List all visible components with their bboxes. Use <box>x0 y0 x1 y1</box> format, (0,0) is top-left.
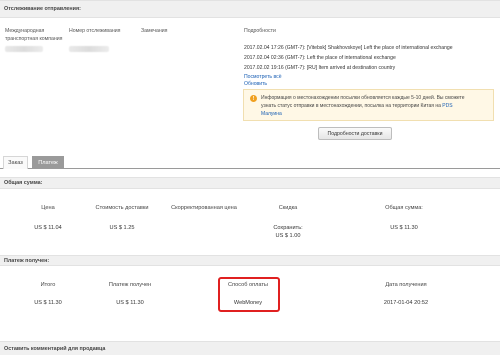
tracking-number-blurred <box>69 46 109 52</box>
payment-received-value: US $ 11.30 <box>116 300 144 306</box>
total-header-price: Цена <box>41 205 55 211</box>
total-price-value: US $ 11.04 <box>34 225 62 231</box>
total-shipping-value: US $ 1.25 <box>109 225 135 231</box>
comment-section-title: Оставить комментарий для продавца <box>0 341 500 355</box>
delivery-details-button[interactable]: Подробности доставки <box>318 127 392 140</box>
total-header-adjusted: Скорректированная цена <box>171 205 237 211</box>
info-icon: ! <box>250 95 257 102</box>
payment-header-date: Дата получения <box>385 282 427 288</box>
total-header-sum: Общая сумма: <box>385 205 423 211</box>
note-label: Замечания <box>141 28 168 34</box>
tab-bar-underline <box>0 168 500 169</box>
payment-header-received: Платеж получен <box>108 282 152 288</box>
payment-header-total: Итого <box>40 282 56 288</box>
carrier-label-line2: транспортная компания <box>5 36 63 42</box>
payment-total-value: US $ 11.30 <box>34 300 62 306</box>
carrier-value-blurred <box>5 46 43 52</box>
tab-order[interactable]: Заказ <box>3 156 28 169</box>
carrier-label-line1: Международная <box>5 28 45 34</box>
tracking-event: 2017.02.04 17:26 (GMT-7): [Vitebsk] Shak… <box>244 45 453 51</box>
total-sum-value: US $ 11.30 <box>390 225 418 231</box>
total-section-title: Общая сумма: <box>0 177 500 189</box>
info-link-pds[interactable]: PDS <box>442 103 452 109</box>
view-all-link[interactable]: Посмотреть всё <box>244 74 282 80</box>
info-text-line2-text: узнать статус отправки в местонахождении… <box>261 103 441 109</box>
refresh-link[interactable]: Обновить <box>244 81 267 87</box>
total-header-discount: Скидка <box>278 205 298 211</box>
tracking-event: 2017.02.02 19:16 (GMT-7): [RU] Item arri… <box>244 65 396 71</box>
total-discount-amount: US $ 1.00 <box>275 233 301 239</box>
tracking-event: 2017.02.04 02:36 (GMT-7): Left the place… <box>244 55 396 61</box>
payment-section-title: Платеж получен: <box>0 255 500 266</box>
info-text-line2: узнать статус отправки в местонахождении… <box>261 103 453 109</box>
info-link-location[interactable]: Малуина <box>261 111 282 117</box>
info-text-line1: Информация о местонахождении посылки обн… <box>261 95 465 101</box>
tab-payment[interactable]: Платеж <box>32 156 64 169</box>
total-header-shipping: Стоимость доставки <box>95 205 149 211</box>
tracking-section-title: Отслеживание отправления: <box>0 0 500 18</box>
carrier-label: Международная транспортная компания <box>5 28 63 42</box>
info-box: ! Информация о местонахождении посылки о… <box>243 89 494 121</box>
payment-date-value: 2017-01-04 20:52 <box>383 300 429 306</box>
payment-method-highlight <box>218 277 280 312</box>
tracking-number-label: Номер отслеживания <box>69 28 121 34</box>
details-label: Подробности <box>244 28 276 34</box>
total-discount-label: Сохранить: <box>273 225 303 231</box>
